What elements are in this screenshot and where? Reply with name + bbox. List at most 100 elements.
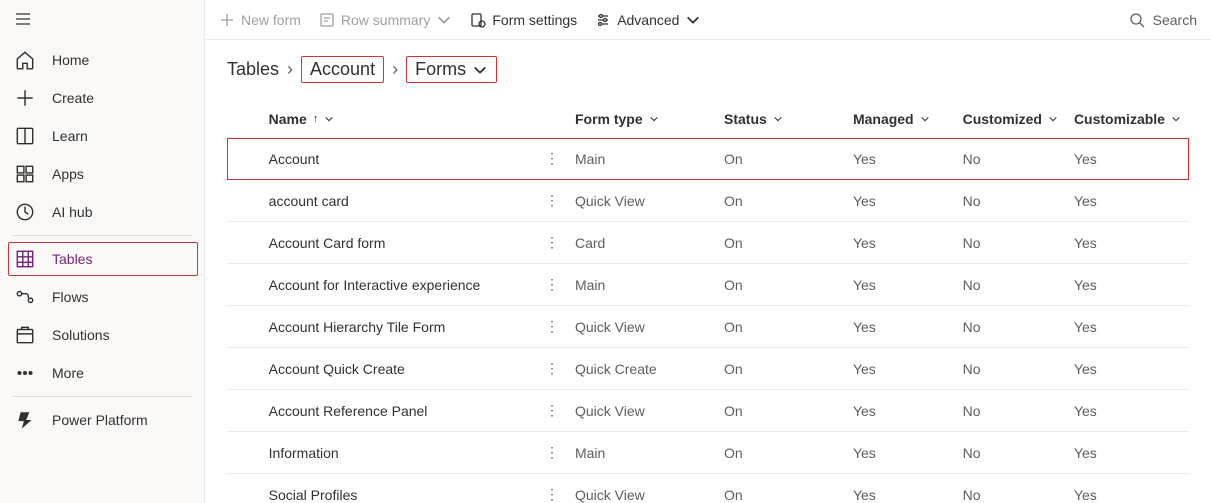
cell-managed: Yes	[845, 432, 955, 474]
cell-customizable: Yes	[1066, 138, 1189, 180]
cell-customizable: Yes	[1066, 222, 1189, 264]
cell-customizable: Yes	[1066, 264, 1189, 306]
home-icon	[14, 49, 36, 71]
table-row[interactable]: Social Profiles⋮Quick ViewOnYesNoYes	[227, 474, 1189, 503]
table-row[interactable]: Account Quick Create⋮Quick CreateOnYesNo…	[227, 348, 1189, 390]
cell-managed: Yes	[845, 222, 955, 264]
row-summary-button[interactable]: Row summary	[319, 12, 452, 28]
sidebar-item-label: Power Platform	[52, 412, 148, 428]
apps-icon	[14, 163, 36, 185]
cell-customizable: Yes	[1066, 432, 1189, 474]
cell-status: On	[716, 138, 845, 180]
form-settings-icon	[470, 12, 486, 28]
cell-name[interactable]: account card	[261, 180, 537, 222]
chevron-down-icon	[649, 114, 659, 124]
sidebar-item-label: Flows	[52, 289, 89, 305]
search-placeholder: Search	[1153, 12, 1197, 28]
button-label: Form settings	[492, 12, 577, 28]
sidebar-item-solutions[interactable]: Solutions	[0, 316, 204, 354]
cell-customized: No	[955, 222, 1066, 264]
col-header-status[interactable]: Status	[716, 101, 845, 138]
sidebar-item-ai-hub[interactable]: AI hub	[0, 193, 204, 231]
table-header-row: Name↑ Form type Status Managed Customize…	[227, 101, 1189, 138]
cell-status: On	[716, 390, 845, 432]
sidebar-item-power-platform[interactable]: Power Platform	[0, 401, 204, 439]
cell-customized: No	[955, 432, 1066, 474]
sidebar-item-home[interactable]: Home	[0, 41, 204, 79]
table-row[interactable]: Account Hierarchy Tile Form⋮Quick ViewOn…	[227, 306, 1189, 348]
more-icon	[14, 362, 36, 384]
cell-customized: No	[955, 348, 1066, 390]
cell-managed: Yes	[845, 474, 955, 503]
cell-customized: No	[955, 180, 1066, 222]
sidebar-item-more[interactable]: More	[0, 354, 204, 392]
col-header-form-type[interactable]: Form type	[567, 101, 716, 138]
cell-customized: No	[955, 306, 1066, 348]
sidebar-item-flows[interactable]: Flows	[0, 278, 204, 316]
cell-name[interactable]: Account Card form	[261, 222, 537, 264]
breadcrumb-label: Forms	[415, 59, 466, 80]
sidebar-item-label: Tables	[52, 251, 92, 267]
row-menu-button[interactable]: ⋮	[537, 348, 567, 390]
table-row[interactable]: Account Reference Panel⋮Quick ViewOnYesN…	[227, 390, 1189, 432]
col-header-managed[interactable]: Managed	[845, 101, 955, 138]
cell-name[interactable]: Information	[261, 432, 537, 474]
cell-form-type: Quick View	[567, 474, 716, 503]
cell-name[interactable]: Account Reference Panel	[261, 390, 537, 432]
cell-customizable: Yes	[1066, 348, 1189, 390]
table-row[interactable]: Account Card form⋮CardOnYesNoYes	[227, 222, 1189, 264]
sidebar-item-tables[interactable]: Tables	[0, 240, 204, 278]
cell-status: On	[716, 348, 845, 390]
col-header-customized[interactable]: Customized	[955, 101, 1066, 138]
flows-icon	[14, 286, 36, 308]
col-header-name[interactable]: Name↑	[261, 101, 537, 138]
button-label: New form	[241, 12, 301, 28]
sidebar-item-label: More	[52, 365, 84, 381]
table-row[interactable]: account card⋮Quick ViewOnYesNoYes	[227, 180, 1189, 222]
row-menu-button[interactable]: ⋮	[537, 474, 567, 503]
breadcrumb-tables[interactable]: Tables	[227, 59, 279, 80]
row-menu-button[interactable]: ⋮	[537, 306, 567, 348]
breadcrumb-account[interactable]: Account	[301, 56, 384, 83]
col-header-customizable[interactable]: Customizable	[1066, 101, 1189, 138]
cell-name[interactable]: Account Hierarchy Tile Form	[261, 306, 537, 348]
row-menu-button[interactable]: ⋮	[537, 432, 567, 474]
cell-name[interactable]: Account for Interactive experience	[261, 264, 537, 306]
row-menu-button[interactable]: ⋮	[537, 138, 567, 180]
button-label: Advanced	[617, 12, 679, 28]
cell-form-type: Quick View	[567, 306, 716, 348]
sidebar-item-apps[interactable]: Apps	[0, 155, 204, 193]
search-box[interactable]: Search	[1129, 12, 1197, 28]
new-form-button[interactable]: New form	[219, 12, 301, 28]
search-icon	[1129, 12, 1145, 28]
sidebar-item-label: Solutions	[52, 327, 110, 343]
form-settings-button[interactable]: Form settings	[470, 12, 577, 28]
row-menu-button[interactable]: ⋮	[537, 390, 567, 432]
sidebar-item-learn[interactable]: Learn	[0, 117, 204, 155]
sidebar: Home Create Learn Apps AI hub Tables Flo…	[0, 0, 205, 503]
cell-name[interactable]: Account Quick Create	[261, 348, 537, 390]
cell-form-type: Card	[567, 222, 716, 264]
chevron-down-icon	[1048, 114, 1058, 124]
cell-customized: No	[955, 138, 1066, 180]
cell-name[interactable]: Account	[261, 138, 537, 180]
table-row[interactable]: Account⋮MainOnYesNoYes	[227, 138, 1189, 180]
row-menu-button[interactable]: ⋮	[537, 222, 567, 264]
advanced-button[interactable]: Advanced	[595, 12, 701, 28]
hamburger-button[interactable]	[0, 0, 204, 37]
breadcrumb-forms[interactable]: Forms	[406, 56, 497, 83]
cell-customizable: Yes	[1066, 180, 1189, 222]
chevron-down-icon	[436, 12, 452, 28]
button-label: Row summary	[341, 12, 430, 28]
chevron-down-icon	[472, 62, 488, 78]
cell-name[interactable]: Social Profiles	[261, 474, 537, 503]
table-row[interactable]: Account for Interactive experience⋮MainO…	[227, 264, 1189, 306]
row-menu-button[interactable]: ⋮	[537, 264, 567, 306]
plus-icon	[14, 87, 36, 109]
cell-status: On	[716, 264, 845, 306]
sidebar-item-create[interactable]: Create	[0, 79, 204, 117]
ai-icon	[14, 201, 36, 223]
table-row[interactable]: Information⋮MainOnYesNoYes	[227, 432, 1189, 474]
row-menu-button[interactable]: ⋮	[537, 180, 567, 222]
chevron-right-icon: ›	[392, 59, 398, 80]
